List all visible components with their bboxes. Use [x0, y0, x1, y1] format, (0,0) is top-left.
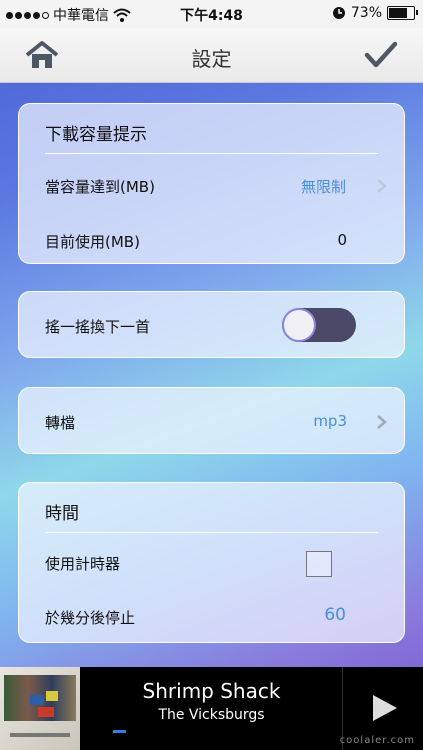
- usage-value: 0: [337, 231, 347, 249]
- timer-checkbox[interactable]: [306, 551, 332, 577]
- stop-value[interactable]: 60: [324, 605, 346, 625]
- stop-label: 於幾分後停止: [45, 609, 136, 627]
- alarm-icon: [332, 7, 345, 19]
- song-title: Shrimp Shack: [142, 679, 281, 703]
- status-right: 73%: [332, 5, 418, 21]
- play-icon[interactable]: [371, 693, 399, 723]
- shake-label: 搖一搖換下一首: [45, 318, 151, 336]
- watermark: coolaler.com: [339, 735, 415, 746]
- page-title: 設定: [191, 47, 232, 71]
- playback-progress: [113, 730, 126, 733]
- limit-value[interactable]: 無限制: [301, 176, 346, 197]
- now-playing-bar[interactable]: Shrimp Shack The Vicksburgs coolaler.com: [0, 667, 423, 750]
- section-divider: [45, 153, 378, 154]
- status-bar: 中華電信 下午4:48 73%: [0, 0, 423, 28]
- limit-label: 當容量達到(MB): [45, 178, 155, 196]
- toggle-knob: [282, 308, 316, 342]
- download-limit-card: 下載容量提示 當容量達到(MB) 無限制 目前使用(MB) 0: [18, 103, 405, 264]
- artist-name: The Vicksburgs: [158, 707, 265, 723]
- usage-label: 目前使用(MB): [45, 233, 140, 251]
- shake-toggle[interactable]: [282, 308, 356, 342]
- convert-card[interactable]: 轉檔 mp3: [18, 387, 405, 454]
- battery-percent: 73%: [350, 5, 382, 21]
- chevron-right-icon[interactable]: [376, 414, 388, 430]
- timer-label: 使用計時器: [45, 555, 121, 573]
- convert-value[interactable]: mp3: [313, 412, 347, 430]
- chevron-right-icon[interactable]: [376, 178, 388, 194]
- convert-label: 轉檔: [45, 414, 76, 432]
- nav-bar: 設定: [0, 28, 423, 83]
- album-art[interactable]: [0, 667, 80, 750]
- battery-icon: [387, 6, 418, 20]
- timer-card: 時間 使用計時器 於幾分後停止 60: [18, 482, 405, 643]
- time-section-title: 時間: [45, 504, 79, 524]
- section-divider: [45, 532, 378, 533]
- checkmark-icon[interactable]: [363, 40, 399, 70]
- shake-card: 搖一搖換下一首: [18, 291, 405, 358]
- download-section-title: 下載容量提示: [45, 125, 147, 145]
